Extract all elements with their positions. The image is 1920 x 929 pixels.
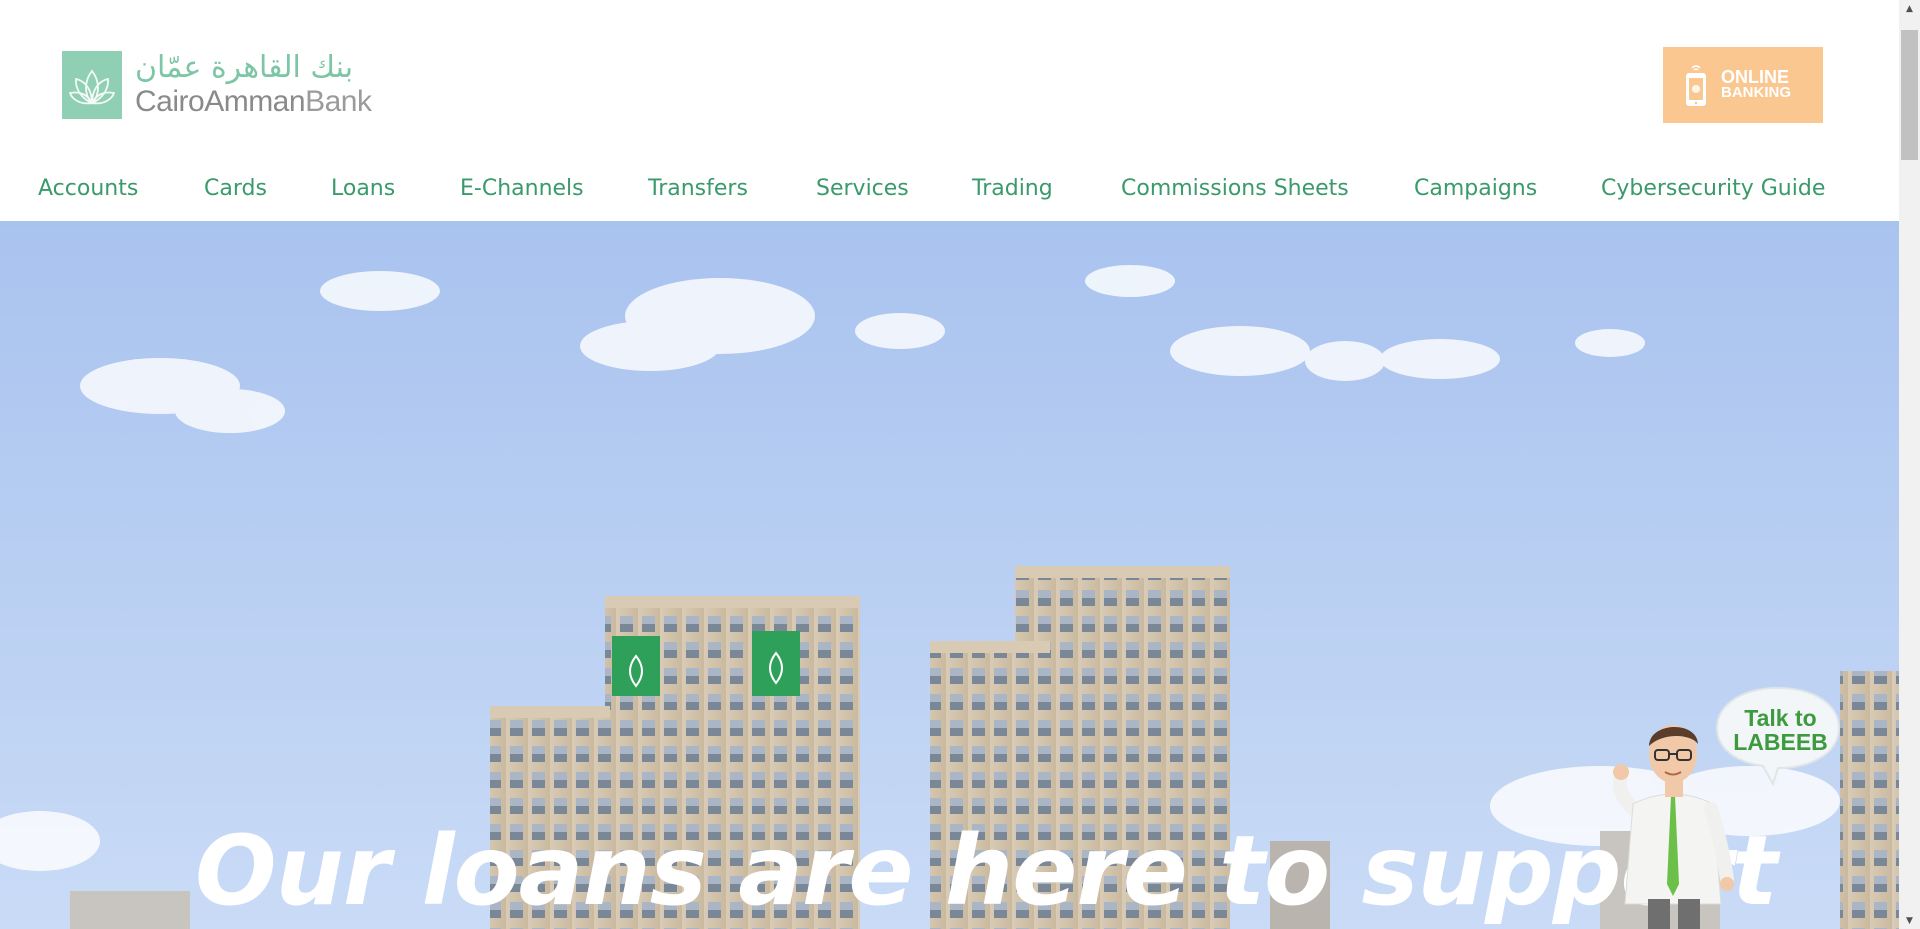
logo-arabic-text: بنك القاهرة عمّان: [135, 50, 354, 85]
main-nav: Accounts Cards Loans E-Channels Transfer…: [0, 176, 1899, 210]
nav-item-transfers[interactable]: Transfers: [648, 176, 748, 201]
nav-item-services[interactable]: Services: [816, 176, 909, 201]
vertical-scrollbar[interactable]: ▲ ▼: [1899, 0, 1920, 929]
nav-item-cards[interactable]: Cards: [204, 176, 267, 201]
site-header: بنك القاهرة عمّان CairoAmmanBank ONLINE …: [0, 0, 1899, 221]
nav-item-commissions-sheets[interactable]: Commissions Sheets: [1121, 176, 1349, 201]
logo-wordmark: بنك القاهرة عمّان CairoAmmanBank: [135, 50, 372, 119]
logo-latin-text: CairoAmmanBank: [135, 85, 372, 119]
nav-item-campaigns[interactable]: Campaigns: [1414, 176, 1537, 201]
online-banking-line1: ONLINE: [1721, 67, 1790, 87]
scroll-up-arrow-icon[interactable]: ▲: [1899, 0, 1920, 17]
labeeb-label: Talk to LABEEB: [1728, 706, 1833, 754]
nav-item-accounts[interactable]: Accounts: [38, 176, 138, 201]
online-banking-label: ONLINE BANKING: [1721, 67, 1791, 101]
logo-latin-suffix: Bank: [305, 85, 372, 118]
logo-latin-main: CairoAmman: [135, 85, 306, 118]
labeeb-avatar-icon: [1612, 725, 1734, 929]
nav-item-e-channels[interactable]: E-Channels: [460, 176, 584, 201]
online-banking-button[interactable]: ONLINE BANKING: [1663, 47, 1823, 123]
nav-item-loans[interactable]: Loans: [331, 176, 395, 201]
labeeb-line2: LABEEB: [1733, 729, 1828, 755]
scrollbar-thumb[interactable]: [1901, 30, 1918, 160]
hero-headline: Our loans are here to support: [195, 815, 1778, 927]
mobile-phone-icon: [1685, 63, 1707, 107]
page: بنك القاهرة عمّان CairoAmmanBank ONLINE …: [0, 0, 1899, 929]
lotus-logo-icon: [62, 51, 122, 119]
hero-banner: Our loans are here to support Talk to LA…: [0, 221, 1899, 929]
labeeb-chat-widget[interactable]: Talk to LABEEB: [1603, 684, 1848, 929]
scroll-down-arrow-icon[interactable]: ▼: [1899, 912, 1920, 929]
bank-logo[interactable]: بنك القاهرة عمّان CairoAmmanBank: [62, 50, 372, 119]
labeeb-line1: Talk to: [1744, 705, 1817, 731]
nav-item-cybersecurity-guide[interactable]: Cybersecurity Guide: [1601, 176, 1825, 201]
online-banking-line2: BANKING: [1721, 84, 1791, 101]
nav-item-trading[interactable]: Trading: [972, 176, 1053, 201]
